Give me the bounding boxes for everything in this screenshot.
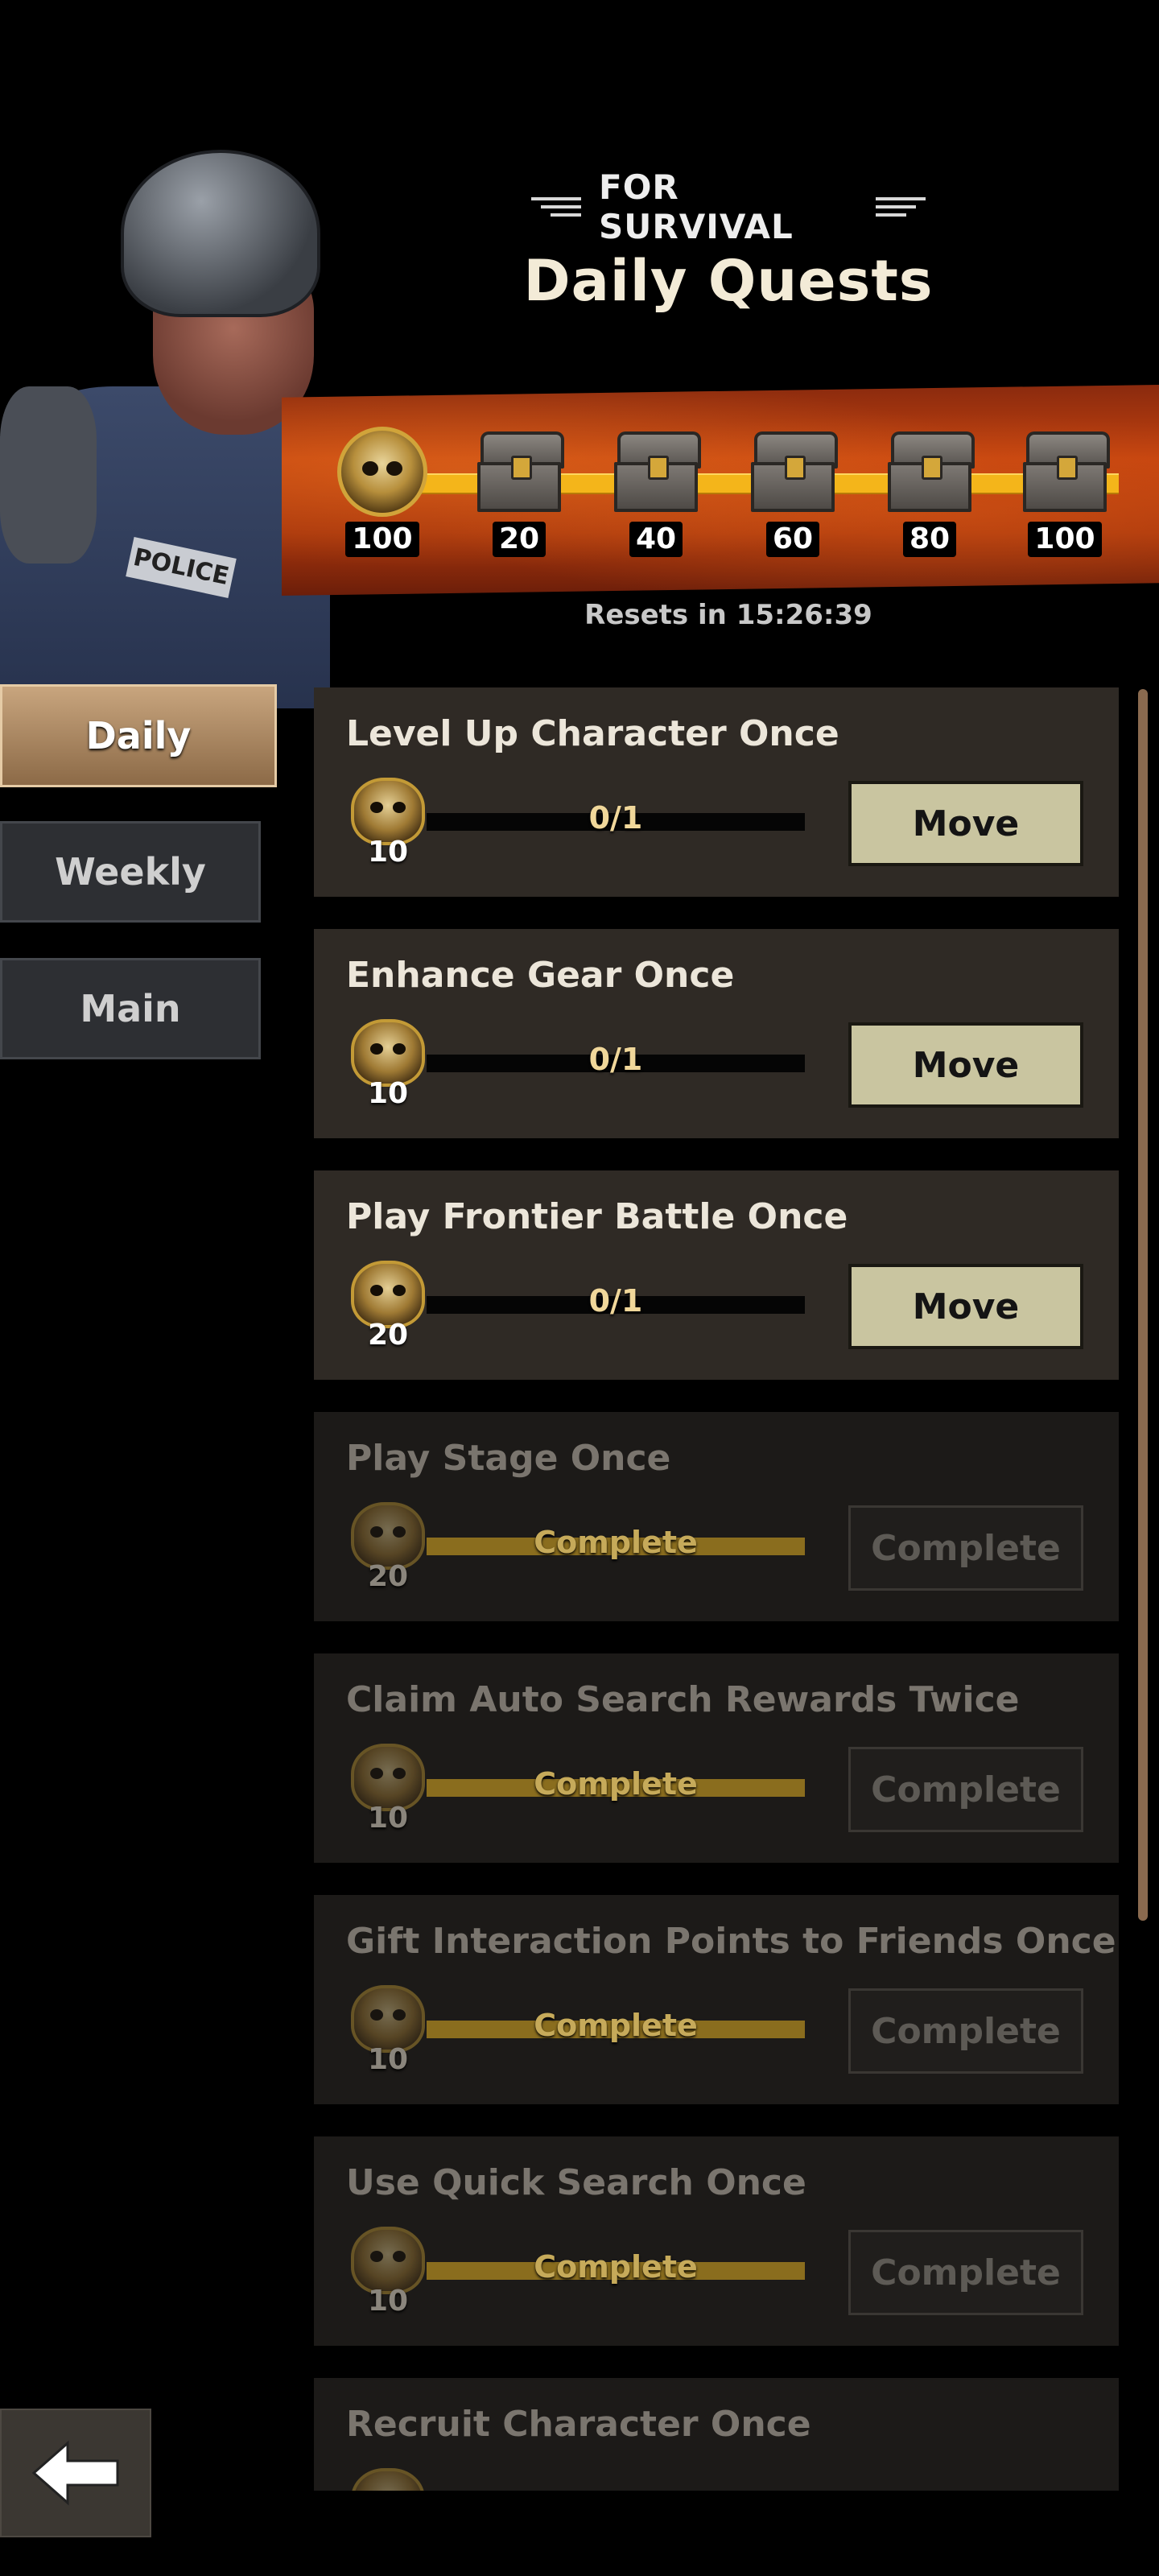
complete-button: Complete [848, 1505, 1083, 1591]
quest-title: Gift Interaction Points to Friends Once [346, 1921, 1116, 1962]
milestone-value: 20 [492, 522, 547, 557]
complete-button: Complete [848, 2230, 1083, 2315]
character-shoulder [0, 386, 97, 564]
move-button[interactable]: Move [848, 1264, 1083, 1349]
quest-card: Recruit Character Once [314, 2378, 1119, 2491]
chest-icon [746, 425, 839, 518]
skull-medal-icon [336, 425, 429, 518]
tab-main[interactable]: Main [0, 958, 261, 1059]
quest-card: Gift Interaction Points to Friends Once 1… [314, 1895, 1119, 2104]
quest-title: Level Up Character Once [346, 713, 839, 754]
reward-count: 10 [367, 836, 409, 869]
quest-title: Claim Auto Search Rewards Twice [346, 1679, 1020, 1720]
milestone-value: 80 [902, 522, 957, 557]
reset-timer: Resets in 15:26:39 [584, 599, 872, 631]
milestone-value: 60 [765, 522, 820, 557]
progress-text: 0/1 [588, 1042, 643, 1077]
progress-text: Complete [534, 2008, 698, 2043]
quest-title: Recruit Character Once [346, 2404, 811, 2445]
reward-count: 10 [367, 2285, 409, 2318]
header-subtitle: FOR SURVIVAL [599, 167, 794, 246]
complete-button: Complete [848, 1747, 1083, 1832]
quest-card: Enhance Gear Once 10 0/1 Move [314, 929, 1119, 1138]
progress-text: Complete [534, 1525, 698, 1560]
reward-count: 10 [367, 1802, 409, 1835]
quest-card: Level Up Character Once 10 0/1 Move [314, 687, 1119, 897]
progress-text: 0/1 [588, 1283, 643, 1319]
reward-count: 10 [367, 1077, 409, 1110]
quest-card: Play Frontier Battle Once 20 0/1 Move [314, 1170, 1119, 1380]
quest-card: Claim Auto Search Rewards Twice 10 Complet… [314, 1653, 1119, 1863]
tab-daily[interactable]: Daily [0, 684, 277, 787]
chest-icon [883, 425, 976, 518]
move-button[interactable]: Move [848, 781, 1083, 866]
progress-text: Complete [534, 2249, 698, 2285]
header-subtitle-row: FOR SURVIVAL [531, 167, 926, 246]
subtitle-deco-left [531, 197, 581, 217]
quest-title: Use Quick Search Once [346, 2162, 806, 2203]
character-helmet [121, 150, 320, 317]
milestone-0[interactable]: 100 [330, 425, 435, 557]
skull-reward-icon [346, 2468, 430, 2491]
milestone-value: 100 [1028, 522, 1102, 557]
page-title: Daily Quests [523, 248, 934, 314]
milestone-2[interactable]: 40 [604, 425, 708, 557]
tab-weekly[interactable]: Weekly [0, 821, 261, 923]
quest-title: Play Frontier Battle Once [346, 1196, 848, 1237]
back-arrow-icon [31, 2440, 119, 2506]
progress-text: 0/1 [588, 800, 643, 836]
subtitle-deco-right [876, 197, 926, 217]
quest-card: Play Stage Once 20 Complete Complete [314, 1412, 1119, 1621]
quest-list-scrollbar[interactable] [1138, 689, 1148, 1921]
chest-icon [609, 425, 703, 518]
quest-title: Play Stage Once [346, 1438, 671, 1479]
back-button[interactable] [0, 2409, 151, 2537]
quest-card: Use Quick Search Once 10 Complete Complete [314, 2136, 1119, 2346]
reward-count: 20 [367, 1560, 409, 1593]
milestone-5[interactable]: 100 [1013, 425, 1117, 557]
milestone-1[interactable]: 20 [467, 425, 571, 557]
chest-icon [472, 425, 566, 518]
quest-title: Enhance Gear Once [346, 955, 735, 996]
reward-count: 10 [367, 2043, 409, 2076]
character-portrait: POLICE [0, 145, 330, 708]
milestone-value: 100 [345, 522, 419, 557]
reward-count: 20 [367, 1319, 409, 1352]
milestone-value: 40 [629, 522, 683, 557]
milestone-4[interactable]: 80 [877, 425, 982, 557]
move-button[interactable]: Move [848, 1022, 1083, 1108]
progress-text: Complete [534, 1766, 698, 1802]
chest-icon [1018, 425, 1112, 518]
complete-button: Complete [848, 1988, 1083, 2074]
quest-list[interactable]: Level Up Character Once 10 0/1 Move Enhance … [314, 687, 1119, 2491]
milestone-3[interactable]: 60 [740, 425, 845, 557]
